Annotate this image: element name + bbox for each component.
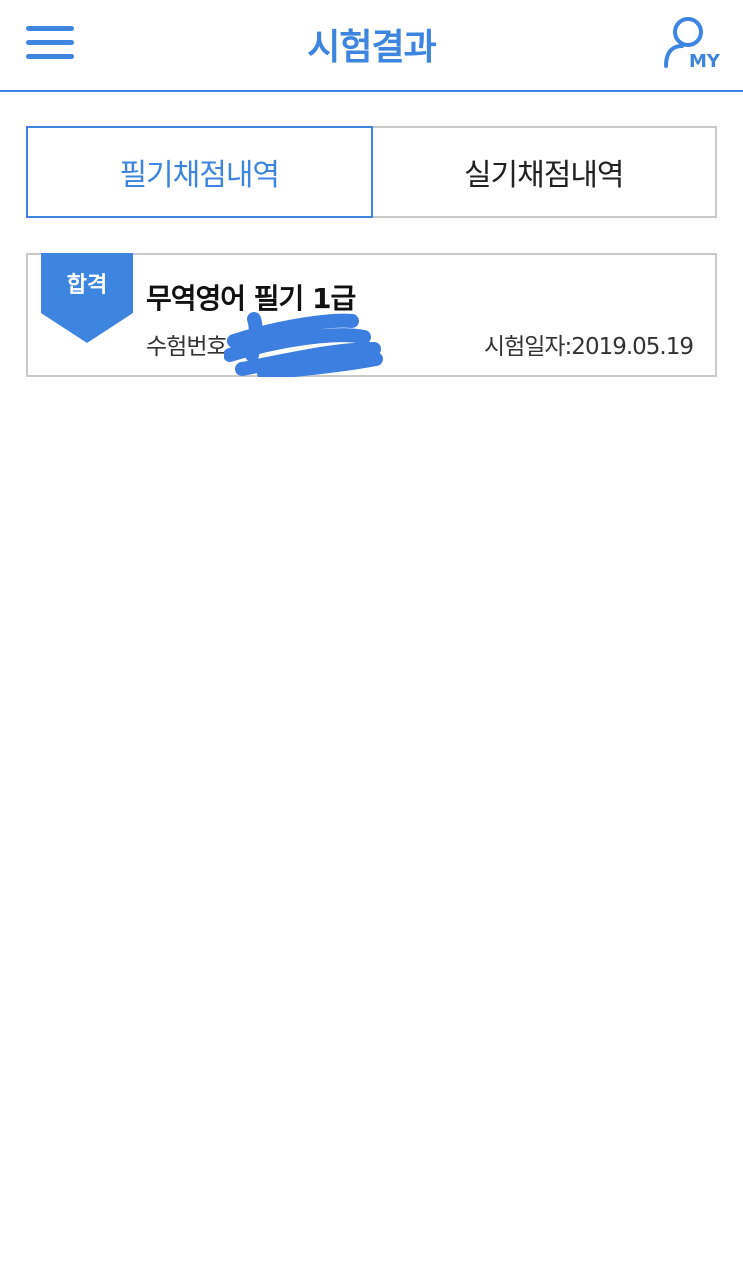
- app-header: 시험결과 MY: [0, 0, 743, 92]
- result-card[interactable]: 합격 무역영어 필기 1급 수험번호: 시험일자:2019.05.19: [26, 253, 717, 377]
- my-page-button[interactable]: MY: [660, 16, 724, 72]
- pass-badge: 합격: [41, 253, 133, 345]
- badge-label: 합격: [66, 273, 108, 298]
- exam-date: 시험일자:2019.05.19: [483, 334, 694, 360]
- tab-practical-results[interactable]: 실기채점내역: [372, 126, 717, 218]
- my-label: MY: [689, 51, 720, 72]
- exam-number: 수험번호:: [146, 334, 234, 360]
- tab-written-results[interactable]: 필기채점내역: [26, 126, 373, 218]
- result-tabs: 필기채점내역 실기채점내역: [26, 126, 717, 218]
- redaction-scribble: [224, 312, 383, 377]
- page-title: 시험결과: [307, 27, 436, 68]
